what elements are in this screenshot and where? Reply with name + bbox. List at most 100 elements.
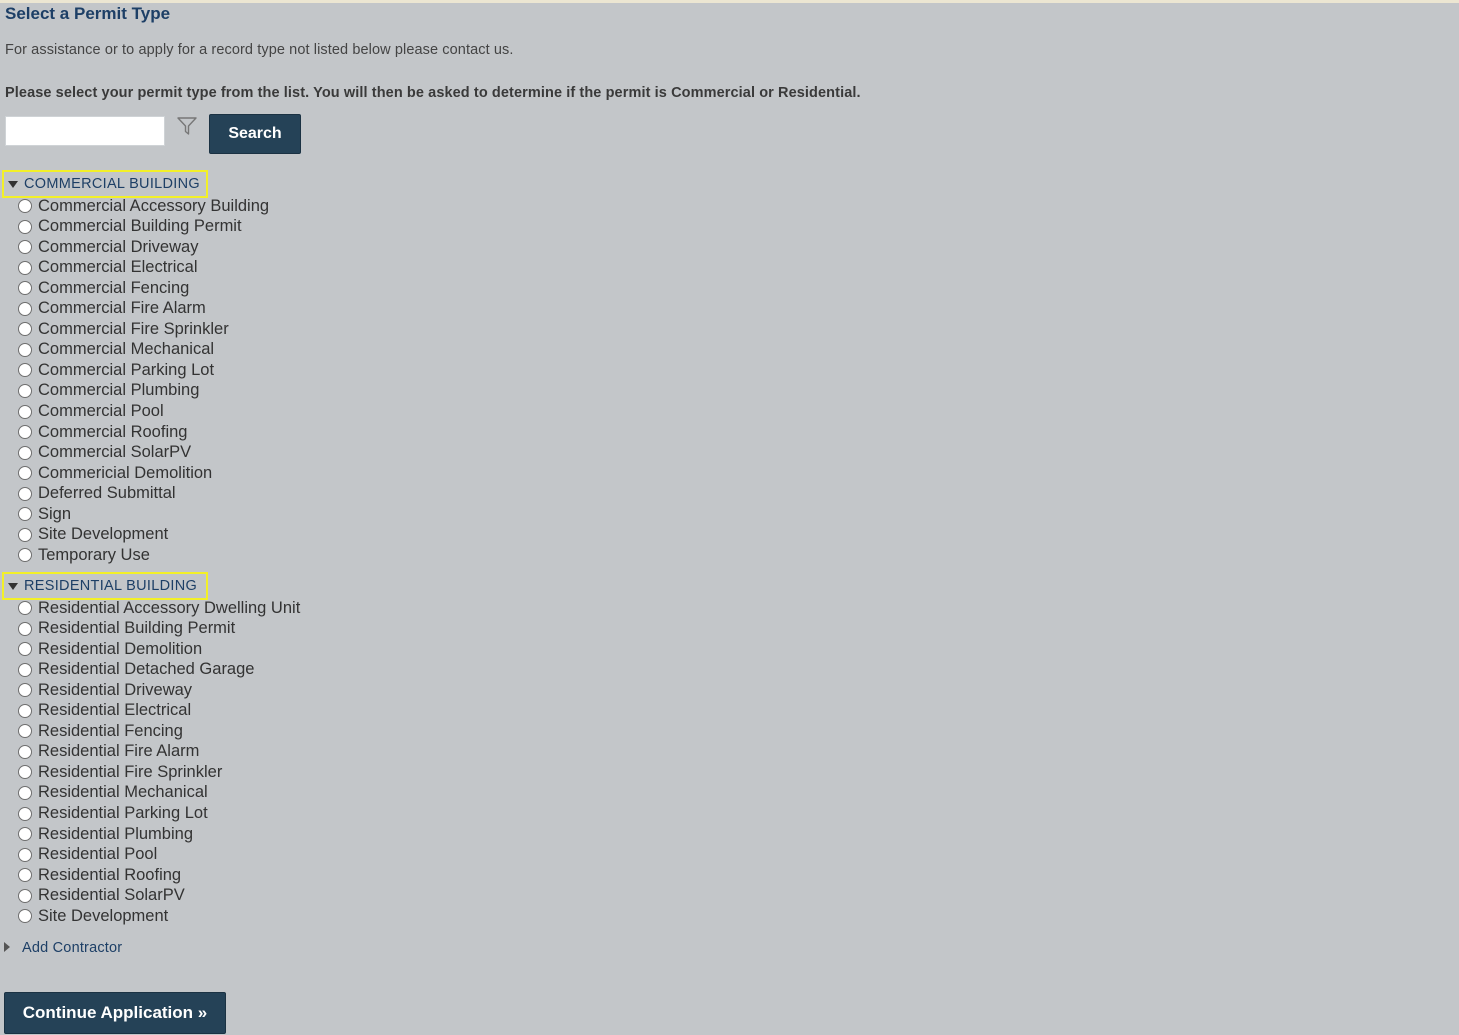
category-header-commercial[interactable]: COMMERCIAL BUILDING [2,170,208,198]
permit-type-option[interactable]: Commercial Mechanical [18,340,214,360]
permit-type-label[interactable]: Residential Pool [38,845,157,864]
permit-type-option[interactable]: Residential Driveway [18,680,192,700]
permit-type-option[interactable]: Commercial Building Permit [18,217,242,237]
category-label[interactable]: COMMERCIAL BUILDING [24,176,200,192]
permit-type-option[interactable]: Commercial Electrical [18,258,198,278]
permit-type-label[interactable]: Commercial Accessory Building [38,197,269,216]
permit-type-label[interactable]: Site Development [38,907,168,926]
permit-type-option[interactable]: Sign [18,504,71,524]
radio-button[interactable] [18,827,32,842]
permit-type-option[interactable]: Commericial Demolition [18,463,212,483]
permit-type-label[interactable]: Residential Driveway [38,681,192,700]
permit-type-label[interactable]: Commercial Building Permit [38,217,242,236]
permit-type-label[interactable]: Residential Fencing [38,722,183,741]
permit-type-label[interactable]: Residential Plumbing [38,825,193,844]
radio-button[interactable] [18,466,32,481]
permit-type-option[interactable]: Site Development [18,906,168,926]
radio-button[interactable] [18,909,32,924]
permit-type-label[interactable]: Commercial Fire Alarm [38,299,206,318]
permit-type-label[interactable]: Commercial Plumbing [38,381,199,400]
radio-button[interactable] [18,281,32,296]
radio-button[interactable] [18,683,32,698]
permit-type-option[interactable]: Residential Demolition [18,639,202,659]
search-button[interactable]: Search [209,114,301,154]
permit-type-option[interactable]: Residential SolarPV [18,886,185,906]
radio-button[interactable] [18,621,32,636]
permit-type-label[interactable]: Residential Mechanical [38,783,208,802]
permit-type-label[interactable]: Residential Building Permit [38,619,235,638]
permit-type-option[interactable]: Residential Fire Alarm [18,742,199,762]
permit-type-label[interactable]: Residential Demolition [38,640,202,659]
permit-type-label[interactable]: Commercial Driveway [38,238,198,257]
permit-type-label[interactable]: Residential Fire Sprinkler [38,763,222,782]
permit-type-option[interactable]: Commercial Pool [18,402,164,422]
add-contractor-link[interactable]: Add Contractor [22,940,122,956]
radio-button[interactable] [18,342,32,357]
permit-type-label[interactable]: Residential SolarPV [38,886,185,905]
continue-application-button[interactable]: Continue Application » [4,992,226,1034]
permit-type-label[interactable]: Site Development [38,525,168,544]
permit-type-option[interactable]: Residential Parking Lot [18,804,208,824]
radio-button[interactable] [18,507,32,522]
add-contractor-toggle[interactable]: Add Contractor [4,940,122,956]
radio-button[interactable] [18,301,32,316]
radio-button[interactable] [18,260,32,275]
filter-funnel-icon[interactable] [177,116,197,136]
permit-type-label[interactable]: Commercial Electrical [38,258,198,277]
permit-type-label[interactable]: Residential Accessory Dwelling Unit [38,599,300,618]
permit-type-label[interactable]: Commericial Demolition [38,464,212,483]
radio-button[interactable] [18,240,32,255]
permit-type-option[interactable]: Residential Pool [18,845,157,865]
permit-type-label[interactable]: Commercial Parking Lot [38,361,214,380]
radio-button[interactable] [18,765,32,780]
radio-button[interactable] [18,601,32,615]
permit-type-option[interactable]: Residential Accessory Dwelling Unit [18,598,300,618]
radio-button[interactable] [18,219,32,234]
permit-type-option[interactable]: Commercial Accessory Building [18,196,269,216]
radio-button[interactable] [18,806,32,821]
permit-type-option[interactable]: Residential Electrical [18,701,191,721]
radio-button[interactable] [18,322,32,337]
radio-button[interactable] [18,199,32,213]
permit-type-option[interactable]: Residential Plumbing [18,824,193,844]
permit-type-label[interactable]: Residential Electrical [38,701,191,720]
permit-type-label[interactable]: Sign [38,505,71,524]
permit-type-option[interactable]: Residential Fencing [18,721,183,741]
search-input[interactable] [5,116,165,146]
radio-button[interactable] [18,724,32,739]
radio-button[interactable] [18,425,32,440]
permit-type-option[interactable]: Residential Building Permit [18,619,235,639]
permit-type-label[interactable]: Deferred Submittal [38,484,176,503]
permit-type-option[interactable]: Commercial Fire Alarm [18,299,206,319]
radio-button[interactable] [18,383,32,398]
radio-button[interactable] [18,527,32,542]
radio-button[interactable] [18,847,32,862]
permit-type-label[interactable]: Residential Roofing [38,866,181,885]
permit-type-label[interactable]: Commercial Fire Sprinkler [38,320,229,339]
permit-type-label[interactable]: Temporary Use [38,546,150,565]
radio-button[interactable] [18,404,32,419]
permit-type-option[interactable]: Commercial Fire Sprinkler [18,319,229,339]
category-header-residential[interactable]: RESIDENTIAL BUILDING [2,572,208,600]
permit-type-option[interactable]: Commercial Plumbing [18,381,199,401]
permit-type-option[interactable]: Commercial Parking Lot [18,360,214,380]
permit-type-option[interactable]: Residential Detached Garage [18,660,254,680]
permit-type-label[interactable]: Residential Fire Alarm [38,742,199,761]
permit-type-option[interactable]: Deferred Submittal [18,484,176,504]
permit-type-label[interactable]: Commercial Fencing [38,279,189,298]
permit-type-label[interactable]: Commercial Pool [38,402,164,421]
permit-type-label[interactable]: Commercial Mechanical [38,340,214,359]
permit-type-label[interactable]: Commercial SolarPV [38,443,191,462]
radio-button[interactable] [18,888,32,903]
radio-button[interactable] [18,868,32,883]
permit-type-option[interactable]: Residential Mechanical [18,783,208,803]
radio-button[interactable] [18,445,32,460]
radio-button[interactable] [18,486,32,501]
permit-type-label[interactable]: Commercial Roofing [38,423,187,442]
radio-button[interactable] [18,744,32,759]
category-label[interactable]: RESIDENTIAL BUILDING [24,578,197,594]
permit-type-option[interactable]: Site Development [18,525,168,545]
permit-type-option[interactable]: Commercial Driveway [18,237,198,257]
permit-type-option[interactable]: Residential Roofing [18,865,181,885]
radio-button[interactable] [18,363,32,378]
